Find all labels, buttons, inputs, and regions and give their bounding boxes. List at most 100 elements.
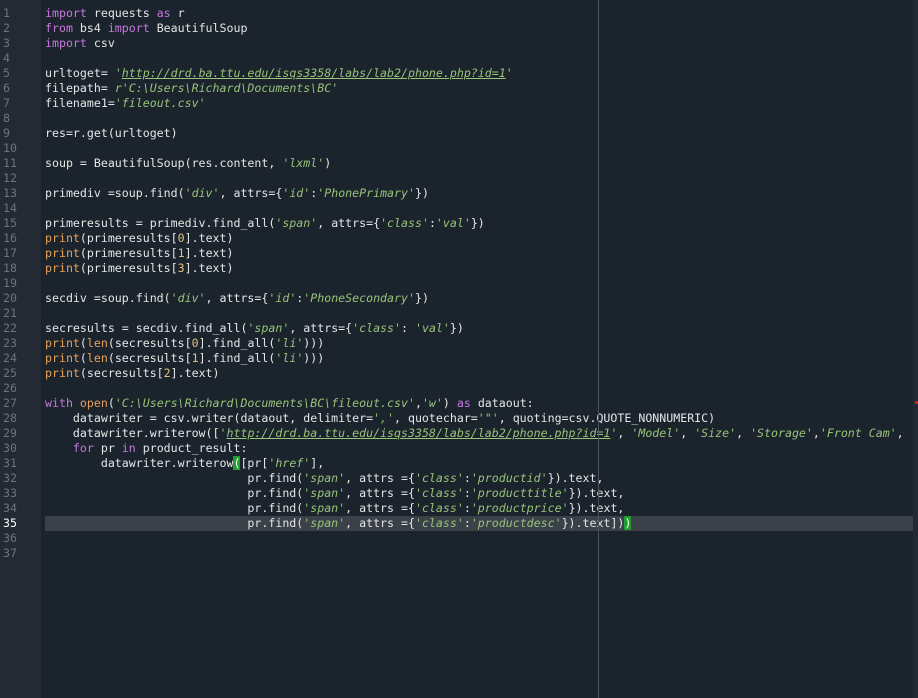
code-token: , attrs ={ [345, 471, 415, 485]
line-number: 25 [3, 366, 17, 380]
line-number: 4 [3, 51, 10, 65]
line-number: 9 [3, 126, 10, 140]
code-line[interactable]: filepath= r'C:\Users\Richard\Documents\B… [45, 81, 338, 96]
code-token: , [812, 426, 820, 440]
code-token: 'productid' [470, 471, 548, 485]
code-token: requests [86, 6, 157, 20]
code-line[interactable]: for pr in product_result: [45, 441, 248, 456]
code-token: ( [107, 396, 115, 410]
code-token: , attrs={ [317, 216, 381, 230]
line-number: 26 [3, 381, 17, 395]
code-token: 'class' [414, 471, 464, 485]
code-line[interactable]: res=r.get(urltoget) [45, 126, 178, 141]
line-number: 13 [3, 186, 17, 200]
code-token: ].find_all( [198, 351, 276, 365]
code-token: import [107, 21, 150, 35]
code-token: , quotechar= [394, 411, 478, 425]
code-token: 0 [177, 231, 185, 245]
code-token: len [86, 351, 108, 365]
code-token: 1 [177, 246, 185, 260]
code-line[interactable]: pr.find('span', attrs ={'class':'product… [45, 516, 632, 531]
code-line[interactable]: print(secresults[2].text) [45, 366, 220, 381]
line-number: 6 [3, 81, 10, 95]
code-line[interactable]: import csv [45, 36, 115, 51]
line-number: 22 [3, 321, 17, 335]
code-token: print [45, 366, 80, 380]
code-token: ))) [303, 336, 325, 350]
code-token: , attrs ={ [345, 501, 415, 515]
code-token: (primeresults[ [79, 261, 178, 275]
code-token: 'span' [275, 216, 318, 230]
code-token: 'fileout.csv' [114, 96, 206, 110]
code-line[interactable]: filename1='fileout.csv' [45, 96, 206, 111]
code-line[interactable]: pr.find('span', attrs ={'class':'product… [45, 501, 624, 516]
code-token: : [463, 516, 471, 530]
code-token: http://drd.ba.ttu.edu/isqs3358/labs/lab2… [226, 426, 611, 440]
code-line[interactable]: urltoget= 'http://drd.ba.ttu.edu/isqs335… [45, 66, 513, 81]
line-number: 7 [3, 96, 10, 110]
code-line[interactable]: print(len(secresults[0].find_all('li'))) [45, 336, 324, 351]
code-line[interactable]: print(primeresults[1].text) [45, 246, 234, 261]
code-token: for [72, 441, 94, 455]
code-line[interactable]: import requests as r [45, 6, 185, 21]
line-number: 36 [3, 531, 17, 545]
code-token: ' [114, 66, 122, 80]
code-line[interactable]: soup = BeautifulSoup(res.content, 'lxml'… [45, 156, 331, 171]
code-token: ( [79, 351, 87, 365]
line-number: 28 [3, 411, 17, 425]
code-area[interactable]: import requests as r from bs4 import Beau… [45, 0, 918, 698]
code-token: 'lxml' [282, 156, 325, 170]
code-token: ) [442, 396, 457, 410]
code-line[interactable]: pr.find('span', attrs ={'class':'product… [45, 486, 624, 501]
code-token: datawriter.writerow [45, 456, 234, 470]
code-token: , attrs={ [289, 321, 353, 335]
code-token: 'class' [352, 321, 402, 335]
code-token: pr [93, 441, 122, 455]
code-token: : [401, 321, 415, 335]
code-line[interactable]: print(primeresults[3].text) [45, 261, 234, 276]
code-line[interactable]: datawriter = csv.writer(dataout, delimit… [45, 411, 715, 426]
code-token: }).text, [568, 486, 625, 500]
code-token: 'PhoneSecondary' [303, 291, 415, 305]
code-line[interactable]: secresults = secdiv.find_all('span', att… [45, 321, 464, 336]
code-line[interactable]: primediv =soup.find('div', attrs={'id':'… [45, 186, 429, 201]
code-token: 'Model' [631, 426, 681, 440]
code-token: as [156, 6, 171, 20]
code-token: 'id' [268, 291, 297, 305]
code-line[interactable]: with open('C:\Users\Richard\Documents\BC… [45, 396, 534, 411]
code-token: 'span' [303, 516, 346, 530]
code-token: , attrs={ [205, 291, 269, 305]
code-token: 'li' [275, 336, 304, 350]
code-token: 'Size' [694, 426, 737, 440]
code-token: [pr[ [240, 456, 269, 470]
code-token: ' [219, 426, 227, 440]
line-number-gutter: 1 2 3 4 5 6 7 8 9 10 11 12 13 14 15 16 17 18 19 20 21 22 23 24 2… [0, 0, 41, 698]
code-token: : [463, 501, 471, 515]
code-token: (secresults[ [79, 366, 164, 380]
vertical-scrollbar[interactable] [913, 0, 918, 698]
code-token: r [170, 6, 185, 20]
code-line[interactable]: primeresults = primediv.find_all('span',… [45, 216, 485, 231]
code-line[interactable]: from bs4 import BeautifulSoup [45, 21, 247, 36]
line-number: 8 [3, 111, 10, 125]
code-token: in [121, 441, 136, 455]
code-line[interactable]: datawriter.writerow(['http://drd.ba.ttu.… [45, 426, 904, 441]
code-line[interactable]: print(len(secresults[1].find_all('li'))) [45, 351, 324, 366]
code-token: (secresults[ [107, 336, 192, 350]
code-token: , [617, 426, 632, 440]
code-line[interactable]: pr.find('span', attrs ={'class':'product… [45, 471, 603, 486]
line-number: 14 [3, 201, 17, 215]
line-number: 35 [3, 516, 17, 530]
code-line[interactable]: secdiv =soup.find('div', attrs={'id':'Ph… [45, 291, 429, 306]
code-line[interactable]: print(primeresults[0].text) [45, 231, 234, 246]
code-token: , [414, 396, 422, 410]
code-line[interactable]: datawriter.writerow([pr['href'], [45, 456, 324, 471]
code-editor[interactable]: 1 2 3 4 5 6 7 8 9 10 11 12 13 14 15 16 17 18 19 20 21 22 23 24 2… [0, 0, 918, 698]
code-token: , [680, 426, 695, 440]
code-token: as [456, 396, 471, 410]
code-token: 'span' [303, 471, 346, 485]
code-token: urltoget= [45, 66, 115, 80]
code-token: ( [79, 336, 87, 350]
code-token: 0 [191, 336, 199, 350]
